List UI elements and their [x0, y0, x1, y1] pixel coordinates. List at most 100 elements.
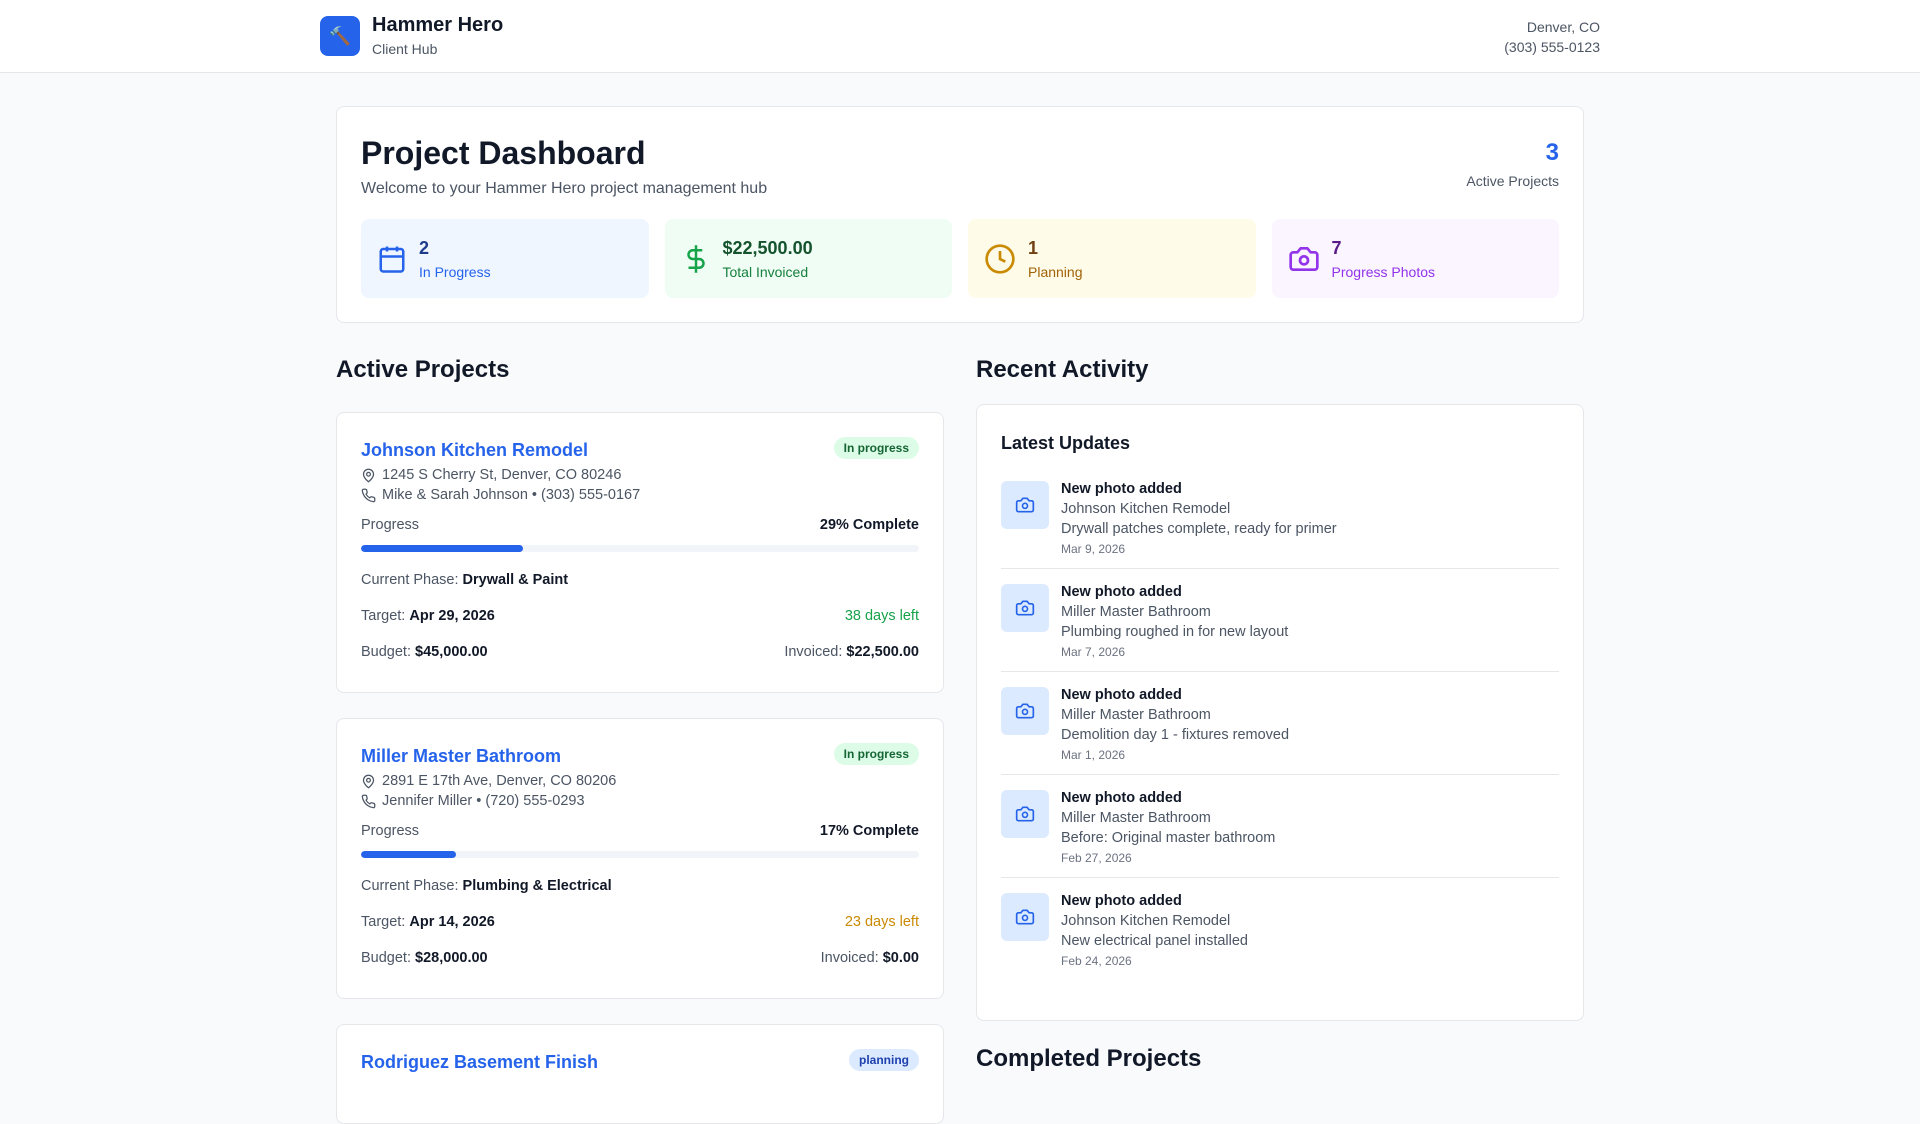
stat-label: Planning [1028, 263, 1083, 280]
stat-in-progress: 2 In Progress [361, 219, 649, 298]
stat-value: $22,500.00 [722, 237, 813, 258]
invoiced: Invoiced: $0.00 [820, 950, 919, 966]
activity-date: Mar 1, 2026 [1061, 748, 1126, 762]
app-name: Hammer Hero [372, 14, 504, 36]
status-badge: In progress [833, 437, 919, 459]
activity-date: Mar 9, 2026 [1061, 542, 1126, 556]
active-projects-count: 3 Active Projects [1466, 139, 1559, 189]
stat-label: Total Invoiced [722, 263, 809, 280]
camera-icon [1001, 584, 1049, 632]
project-address: 2891 E 17th Ave, Denver, CO 80206 [361, 773, 919, 789]
progress-bar [361, 545, 919, 552]
activity-description: Drywall patches complete, ready for prim… [1061, 521, 1337, 537]
dollar-icon [686, 244, 705, 273]
stat-planning: 1 Planning [968, 219, 1256, 298]
target: Target: Apr 29, 2026 [361, 608, 495, 624]
activity-project: Miller Master Bathroom [1061, 707, 1211, 723]
project-contact: Jennifer Miller • (720) 555-0293 [361, 793, 919, 809]
activity-item[interactable]: New photo added Miller Master Bathroom Dem… [1001, 672, 1559, 775]
company-contact: Denver, CO (303) 555-0123 [1504, 17, 1600, 57]
progress-text: 17% Complete [819, 823, 919, 839]
camera-icon [1001, 481, 1049, 529]
latest-updates-panel: Latest Updates New photo added Johnson Ki… [976, 404, 1584, 1021]
progress-label: Progress [361, 517, 420, 533]
stat-value: 7 [1331, 237, 1342, 258]
active-projects-heading: Active Projects [336, 356, 510, 383]
progress-label: Progress [361, 823, 420, 839]
contact-text: Mike & Sarah Johnson • (303) 555-0167 [382, 487, 641, 503]
activity-project: Johnson Kitchen Remodel [1061, 913, 1231, 929]
address-text: 1245 S Cherry St, Denver, CO 80246 [382, 467, 622, 483]
recent-activity-heading: Recent Activity [976, 356, 1149, 383]
stat-total-invoiced: $22,500.00 Total Invoiced [664, 219, 952, 298]
phone-icon [361, 488, 376, 502]
project-contact: Mike & Sarah Johnson • (303) 555-0167 [361, 487, 919, 503]
progress-bar [361, 851, 919, 858]
stat-value: 1 [1028, 237, 1039, 258]
progress-fill [361, 545, 523, 552]
map-pin-icon [362, 468, 375, 483]
activity-description: New electrical panel installed [1061, 933, 1248, 949]
activity-description: Demolition day 1 - fixtures removed [1061, 727, 1290, 743]
activity-date: Feb 27, 2026 [1061, 851, 1132, 865]
active-count-value: 3 [1545, 139, 1559, 166]
camera-icon [1288, 246, 1319, 271]
latest-updates-title: Latest Updates [1001, 433, 1131, 453]
welcome-text: Welcome to your Hammer Hero project mana… [361, 180, 768, 197]
activity-date: Mar 7, 2026 [1061, 645, 1126, 659]
activity-item[interactable]: New photo added Miller Master Bathroom Bef… [1001, 775, 1559, 878]
days-left: 23 days left [844, 914, 919, 930]
activity-title: New photo added [1061, 687, 1182, 703]
dashboard-summary: Project Dashboard Welcome to your Hammer… [336, 106, 1584, 323]
activity-project: Miller Master Bathroom [1061, 604, 1211, 620]
activity-title: New photo added [1061, 893, 1182, 909]
activity-title: New photo added [1061, 481, 1182, 497]
app-subtitle: Client Hub [372, 41, 438, 57]
activity-project: Miller Master Bathroom [1061, 810, 1211, 826]
camera-icon [1001, 893, 1049, 941]
project-card[interactable]: Johnson Kitchen Remodel In progress 1245… [336, 412, 944, 693]
page-title: Project Dashboard [361, 135, 646, 171]
phase-value: Drywall & Paint [462, 572, 569, 588]
stat-value: 2 [419, 237, 430, 258]
active-count-label: Active Projects [1466, 173, 1559, 189]
invoiced: Invoiced: $22,500.00 [784, 644, 919, 660]
company-phone[interactable]: (303) 555-0123 [1504, 37, 1600, 57]
map-pin-icon [362, 774, 375, 789]
project-name-link[interactable]: Rodriguez Basement Finish [361, 1052, 919, 1073]
phase-value: Plumbing & Electrical [462, 878, 612, 894]
days-left: 38 days left [844, 608, 919, 624]
camera-icon [1001, 687, 1049, 735]
activity-title: New photo added [1061, 790, 1182, 806]
progress-fill [361, 851, 456, 858]
status-badge: planning [849, 1049, 919, 1071]
hammer-logo-icon: 🔨 [320, 16, 360, 56]
camera-icon [1001, 790, 1049, 838]
stat-label: Progress Photos [1331, 263, 1436, 280]
completed-projects-heading: Completed Projects [976, 1045, 1202, 1072]
top-header: 🔨 Hammer Hero Client Hub Denver, CO (303… [0, 0, 1920, 73]
phone-icon [361, 794, 376, 808]
calendar-icon [379, 246, 405, 273]
clock-icon [985, 243, 1015, 274]
activity-date: Feb 24, 2026 [1061, 954, 1132, 968]
address-text: 2891 E 17th Ave, Denver, CO 80206 [382, 773, 617, 789]
activity-description: Plumbing roughed in for new layout [1061, 624, 1289, 640]
budget: Budget: $28,000.00 [361, 950, 488, 966]
activity-item[interactable]: New photo added Johnson Kitchen Remodel Ne… [1001, 878, 1559, 980]
brand: Hammer Hero Client Hub [372, 14, 503, 57]
activity-title: New photo added [1061, 584, 1182, 600]
company-location: Denver, CO [1526, 19, 1600, 35]
target: Target: Apr 14, 2026 [361, 914, 495, 930]
activity-project: Johnson Kitchen Remodel [1061, 501, 1231, 517]
progress-text: 29% Complete [819, 517, 919, 533]
phase-label: Current Phase: [361, 572, 459, 588]
project-address: 1245 S Cherry St, Denver, CO 80246 [361, 467, 919, 483]
project-card[interactable]: Miller Master Bathroom In progress 2891 … [336, 718, 944, 999]
phase-label: Current Phase: [361, 878, 459, 894]
status-badge: In progress [833, 743, 919, 765]
activity-item[interactable]: New photo added Johnson Kitchen Remodel Dr… [1001, 466, 1559, 569]
project-card[interactable]: Rodriguez Basement Finish planning [336, 1024, 944, 1124]
activity-description: Before: Original master bathroom [1061, 830, 1276, 846]
activity-item[interactable]: New photo added Miller Master Bathroom Plu… [1001, 569, 1559, 672]
